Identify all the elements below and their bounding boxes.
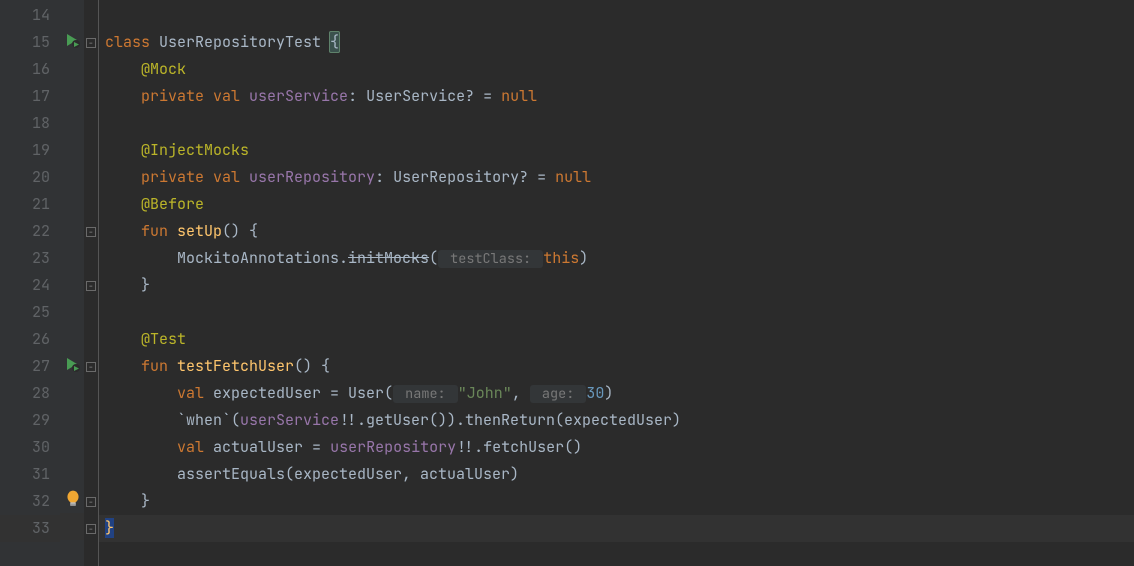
line-number[interactable]: 16	[0, 56, 60, 83]
fold-strip	[84, 0, 98, 566]
code-line[interactable]: }	[99, 515, 1134, 542]
line-number[interactable]: 31	[0, 461, 60, 488]
line-number[interactable]: 18	[0, 110, 60, 137]
code-line[interactable]: private val userRepository: UserReposito…	[99, 164, 1134, 191]
fold-toggle-icon[interactable]	[86, 524, 96, 534]
fold-toggle-icon[interactable]	[86, 362, 96, 372]
code-line[interactable]: }	[99, 488, 1134, 515]
line-number[interactable]: 19	[0, 137, 60, 164]
line-number[interactable]: 23	[0, 245, 60, 272]
code-line[interactable]: MockitoAnnotations.initMocks( testClass:…	[99, 245, 1134, 272]
code-line[interactable]: `when`(userService!!.getUser()).thenRetu…	[99, 407, 1134, 434]
code-line[interactable]: class UserRepositoryTest {	[99, 29, 1134, 56]
code-line[interactable]: fun setUp() {	[99, 218, 1134, 245]
code-line[interactable]: fun testFetchUser() {	[99, 353, 1134, 380]
line-number[interactable]: 28	[0, 380, 60, 407]
line-number[interactable]: 22	[0, 218, 60, 245]
fold-toggle-icon[interactable]	[86, 38, 96, 48]
line-number[interactable]: 33	[0, 515, 60, 542]
line-number[interactable]: 17	[0, 83, 60, 110]
code-line[interactable]: @Mock	[99, 56, 1134, 83]
run-test-class-icon[interactable]	[64, 32, 80, 48]
code-line[interactable]: }	[99, 272, 1134, 299]
parameter-hint: age:	[530, 385, 587, 403]
code-line[interactable]: val actualUser = userRepository!!.fetchU…	[99, 434, 1134, 461]
code-line[interactable]: @Test	[99, 326, 1134, 353]
fold-toggle-icon[interactable]	[86, 497, 96, 507]
fold-toggle-icon[interactable]	[86, 281, 96, 291]
line-number[interactable]: 32	[0, 488, 60, 515]
code-line[interactable]: @Before	[99, 191, 1134, 218]
intention-bulb-icon[interactable]	[64, 489, 82, 509]
code-line[interactable]	[99, 110, 1134, 137]
line-number[interactable]: 21	[0, 191, 60, 218]
code-text-area[interactable]: class UserRepositoryTest { @Mock private…	[98, 0, 1134, 566]
run-test-method-icon[interactable]	[64, 356, 80, 372]
line-number[interactable]: 27	[0, 353, 60, 380]
line-number[interactable]: 15	[0, 29, 60, 56]
code-line[interactable]: assertEquals(expectedUser, actualUser)	[99, 461, 1134, 488]
line-number[interactable]: 26	[0, 326, 60, 353]
code-line[interactable]: val expectedUser = User( name: "John", a…	[99, 380, 1134, 407]
line-number-gutter[interactable]: 14 15 16 17 18 19 20 21 22 23 24 25 26 2…	[0, 0, 60, 566]
code-editor: 14 15 16 17 18 19 20 21 22 23 24 25 26 2…	[0, 0, 1134, 566]
code-line[interactable]: @InjectMocks	[99, 137, 1134, 164]
line-number[interactable]: 20	[0, 164, 60, 191]
code-line[interactable]: private val userService: UserService? = …	[99, 83, 1134, 110]
line-number[interactable]: 25	[0, 299, 60, 326]
code-line[interactable]	[99, 299, 1134, 326]
parameter-hint: testClass:	[438, 250, 543, 268]
code-line[interactable]	[99, 2, 1134, 29]
fold-toggle-icon[interactable]	[86, 227, 96, 237]
icon-gutter	[60, 0, 84, 566]
line-number[interactable]: 24	[0, 272, 60, 299]
line-number[interactable]: 14	[0, 2, 60, 29]
line-number[interactable]: 29	[0, 407, 60, 434]
line-number[interactable]: 30	[0, 434, 60, 461]
parameter-hint: name:	[393, 385, 458, 403]
